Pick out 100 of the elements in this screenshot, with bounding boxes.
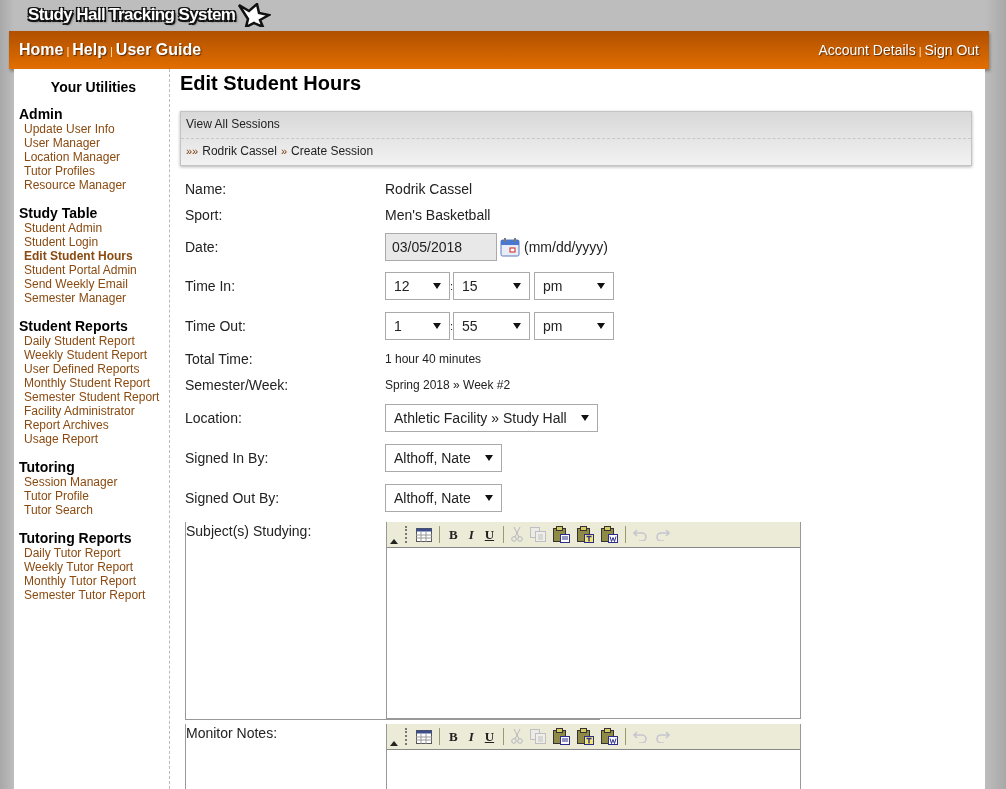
nav-link[interactable]: Help bbox=[72, 41, 107, 59]
clipboard-icon[interactable] bbox=[577, 526, 595, 543]
clipboard-icon[interactable] bbox=[553, 728, 571, 745]
collapse-icon[interactable] bbox=[390, 741, 398, 746]
caret-icon bbox=[597, 283, 605, 289]
italic-button[interactable]: I bbox=[466, 526, 476, 543]
hour-select[interactable]: 1 bbox=[385, 312, 450, 340]
clipboard-icon[interactable] bbox=[601, 526, 619, 543]
caret-icon bbox=[484, 495, 493, 501]
sidebar-link[interactable]: Resource Manager bbox=[19, 178, 127, 192]
field-label: Date: bbox=[185, 239, 220, 255]
time-separator: : bbox=[450, 280, 453, 292]
sidebar-link[interactable]: Weekly Tutor Report bbox=[19, 560, 134, 574]
field-label: Time In: bbox=[185, 278, 237, 294]
hour-select[interactable]: 12 bbox=[385, 272, 450, 300]
bold-button[interactable]: B bbox=[447, 728, 460, 745]
sidebar-link[interactable]: Monthly Student Report bbox=[19, 376, 151, 390]
date-field[interactable]: 03/05/2018 bbox=[385, 233, 497, 261]
dropdown-select[interactable]: Althoff, Nate bbox=[385, 484, 502, 512]
clipboard-icon[interactable] bbox=[553, 526, 571, 543]
field-label: Name: bbox=[185, 181, 228, 197]
field-label: Sport: bbox=[185, 207, 224, 223]
minute-select[interactable]: 15 bbox=[453, 272, 530, 300]
field-label: Monitor Notes: bbox=[186, 724, 279, 741]
breadcrumb-link[interactable]: Create Session bbox=[291, 144, 374, 158]
star-logo-icon bbox=[237, 3, 272, 27]
nav-link[interactable]: Home bbox=[19, 41, 64, 59]
field-label: Signed In By: bbox=[185, 450, 270, 466]
minute-select[interactable]: 55 bbox=[453, 312, 530, 340]
field-value: Rodrik Cassel bbox=[385, 181, 473, 197]
sidebar-link[interactable]: Report Archives bbox=[19, 418, 109, 432]
sidebar-link[interactable]: Monthly Tutor Report bbox=[19, 574, 137, 588]
clipboard-icon[interactable] bbox=[601, 728, 619, 745]
breadcrumb-separator: » bbox=[280, 145, 288, 157]
sidebar-link[interactable]: Usage Report bbox=[19, 432, 99, 446]
sidebar-title: Your Utilities bbox=[49, 79, 138, 95]
bold-button[interactable]: B bbox=[447, 526, 460, 543]
dropdown-select[interactable]: Athletic Facility » Study Hall bbox=[385, 404, 598, 432]
field-label: Location: bbox=[185, 410, 243, 426]
field-label: Time Out: bbox=[185, 318, 247, 334]
field-label: Subject(s) Studying: bbox=[186, 522, 313, 539]
sidebar-link[interactable]: Daily Student Report bbox=[19, 334, 135, 348]
clipboard-icon[interactable] bbox=[577, 728, 595, 745]
sidebar-link[interactable]: Tutor Profiles bbox=[19, 164, 95, 178]
field-label: Semester/Week: bbox=[185, 377, 290, 393]
sidebar-link[interactable]: Session Manager bbox=[19, 475, 118, 489]
caret-icon bbox=[513, 283, 521, 289]
field-value: Men's Basketball bbox=[385, 207, 491, 223]
sidebar-heading: Study Table bbox=[19, 206, 99, 221]
breadcrumb-separator: »» bbox=[186, 145, 199, 157]
underline-button[interactable]: U bbox=[482, 526, 497, 543]
sidebar-link[interactable]: Student Admin bbox=[19, 221, 103, 235]
sidebar-link[interactable]: Semester Manager bbox=[19, 291, 127, 305]
caret-icon bbox=[433, 283, 441, 289]
ampm-select[interactable]: pm bbox=[534, 312, 614, 340]
field-value: 1 hour 40 minutes bbox=[385, 352, 482, 366]
separator-text: | bbox=[66, 44, 70, 57]
caret-icon bbox=[433, 323, 441, 329]
sidebar-heading: Tutoring bbox=[19, 460, 76, 475]
time-separator: : bbox=[450, 320, 453, 332]
nav-link[interactable]: User Guide bbox=[115, 41, 202, 59]
sidebar-link[interactable]: Location Manager bbox=[19, 150, 121, 164]
sidebar-heading: Tutoring Reports bbox=[19, 531, 133, 546]
sidebar-link[interactable]: Student Login bbox=[19, 235, 99, 249]
calendar-icon[interactable] bbox=[500, 237, 520, 257]
caret-icon bbox=[580, 415, 589, 421]
nav-link[interactable]: Account Details bbox=[818, 42, 916, 58]
sidebar-link[interactable]: User Manager bbox=[19, 136, 101, 150]
sidebar-heading: Admin bbox=[19, 107, 64, 122]
field-label: Total Time: bbox=[185, 351, 254, 367]
sidebar-link[interactable]: Tutor Profile bbox=[19, 489, 89, 503]
page-title: Edit Student Hours bbox=[180, 71, 363, 95]
caret-icon bbox=[597, 323, 605, 329]
sidebar-link[interactable]: User Defined Reports bbox=[19, 362, 140, 376]
sidebar-link[interactable]: Student Portal Admin bbox=[19, 263, 137, 277]
table-icon[interactable] bbox=[416, 527, 432, 542]
field-value: Spring 2018 » Week #2 bbox=[385, 378, 511, 392]
separator-text: | bbox=[110, 44, 113, 57]
underline-button[interactable]: U bbox=[482, 728, 497, 745]
ampm-select[interactable]: pm bbox=[534, 272, 614, 300]
caret-icon bbox=[513, 323, 521, 329]
collapse-icon[interactable] bbox=[390, 539, 398, 544]
sidebar-link[interactable]: Send Weekly Email bbox=[19, 277, 128, 291]
sidebar-link[interactable]: Update User Info bbox=[19, 122, 115, 136]
sidebar-link[interactable]: Weekly Student Report bbox=[19, 348, 148, 362]
view-sessions-link[interactable]: View All Sessions bbox=[186, 117, 280, 131]
sidebar-link[interactable]: Daily Tutor Report bbox=[19, 546, 121, 560]
breadcrumb-link[interactable]: Rodrik Cassel bbox=[202, 144, 277, 158]
table-icon[interactable] bbox=[416, 729, 432, 744]
italic-button[interactable]: I bbox=[466, 728, 476, 745]
sidebar-link[interactable]: Edit Student Hours bbox=[19, 249, 133, 263]
sidebar-link[interactable]: Facility Administrator bbox=[19, 404, 135, 418]
sidebar-link[interactable]: Tutor Search bbox=[19, 503, 93, 517]
sidebar-heading: Student Reports bbox=[19, 319, 129, 334]
separator-text: | bbox=[918, 44, 922, 57]
nav-link[interactable]: Sign Out bbox=[924, 42, 979, 58]
field-label: Signed Out By: bbox=[185, 490, 281, 506]
dropdown-select[interactable]: Althoff, Nate bbox=[385, 444, 502, 472]
sidebar-link[interactable]: Semester Tutor Report bbox=[19, 588, 146, 602]
sidebar-link[interactable]: Semester Student Report bbox=[19, 390, 160, 404]
